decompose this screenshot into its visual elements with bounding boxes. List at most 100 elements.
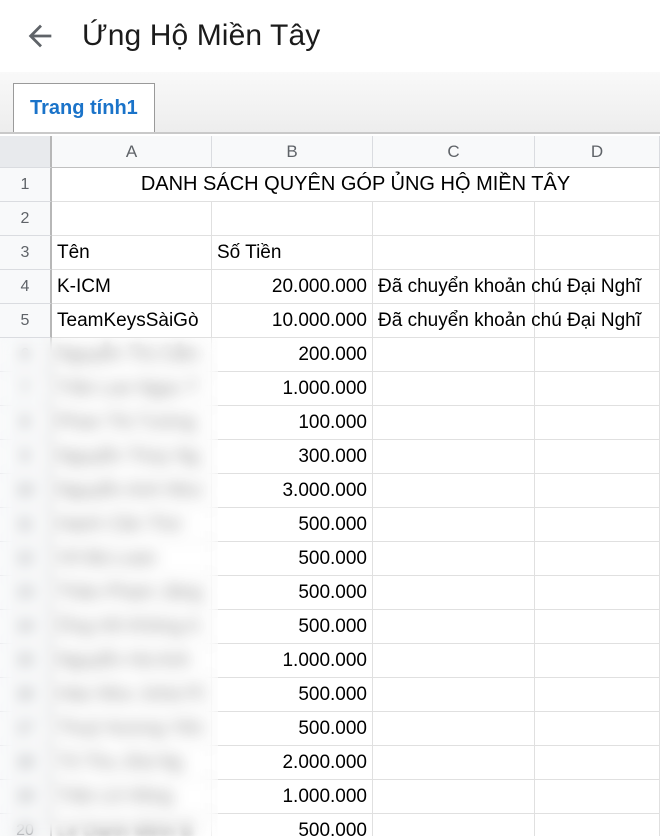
row-header-6[interactable]: 6 xyxy=(0,338,52,372)
cell-d17[interactable] xyxy=(535,712,660,746)
cell-a12-name[interactable]: Võ Bá Loan xyxy=(52,542,212,576)
cell-a16-name[interactable]: Hào Như Jnhà Pt xyxy=(52,678,212,712)
cell-d12[interactable] xyxy=(535,542,660,576)
cell-a8-name[interactable]: Phan Thị Tường xyxy=(52,406,212,440)
cell-a6-name[interactable]: Nguyễn Thị Cẩm xyxy=(52,338,212,372)
cell-b18-amount[interactable]: 2.000.000 xyxy=(212,746,373,780)
cell-a20-name[interactable]: Lê Danh Minh B xyxy=(52,814,212,836)
select-all-corner[interactable] xyxy=(0,136,52,168)
row-header-10[interactable]: 10 xyxy=(0,474,52,508)
column-header-c[interactable]: C xyxy=(373,136,535,168)
cell-b4-amount[interactable]: 20.000.000 xyxy=(212,270,373,304)
row-header-20[interactable]: 20 xyxy=(0,814,52,836)
cell-a11-name[interactable]: Hạnh Cần Thơ xyxy=(52,508,212,542)
cell-c3[interactable] xyxy=(373,236,535,270)
cell-d2[interactable] xyxy=(535,202,660,236)
cell-c20-note[interactable] xyxy=(373,814,535,836)
cell-b17-amount[interactable]: 500.000 xyxy=(212,712,373,746)
cell-c18-note[interactable] xyxy=(373,746,535,780)
cell-c12-note[interactable] xyxy=(373,542,535,576)
cell-c4-note[interactable]: Đã chuyển khoản chú Đại Nghĩ xyxy=(373,270,535,304)
cell-a9-name[interactable]: Nguyễn Thúy Ng xyxy=(52,440,212,474)
cell-a4-name[interactable]: K-ICM xyxy=(52,270,212,304)
cell-c19-note[interactable] xyxy=(373,780,535,814)
cell-c6-note[interactable] xyxy=(373,338,535,372)
row-header-1[interactable]: 1 xyxy=(0,168,52,202)
cell-b6-amount[interactable]: 200.000 xyxy=(212,338,373,372)
row-header-7[interactable]: 7 xyxy=(0,372,52,406)
cell-d13[interactable] xyxy=(535,576,660,610)
cell-a17-name[interactable]: Thuỷ Hương Yến xyxy=(52,712,212,746)
row-header-15[interactable]: 15 xyxy=(0,644,52,678)
cell-c17-note[interactable] xyxy=(373,712,535,746)
row-header-8[interactable]: 8 xyxy=(0,406,52,440)
row-header-9[interactable]: 9 xyxy=(0,440,52,474)
cell-d14[interactable] xyxy=(535,610,660,644)
cell-d9[interactable] xyxy=(535,440,660,474)
cell-c8-note[interactable] xyxy=(373,406,535,440)
cell-c5-note[interactable]: Đã chuyển khoản chú Đại Nghĩ xyxy=(373,304,535,338)
row-header-19[interactable]: 19 xyxy=(0,780,52,814)
cell-b14-amount[interactable]: 500.000 xyxy=(212,610,373,644)
cell-b15-amount[interactable]: 1.000.000 xyxy=(212,644,373,678)
row-header-16[interactable]: 16 xyxy=(0,678,52,712)
row-header-11[interactable]: 11 xyxy=(0,508,52,542)
cell-d16[interactable] xyxy=(535,678,660,712)
cell-b20-amount[interactable]: 500.000 xyxy=(212,814,373,836)
cell-a19-name[interactable]: Trần Lê Hồng xyxy=(52,780,212,814)
row-header-12[interactable]: 12 xyxy=(0,542,52,576)
cell-c13-note[interactable] xyxy=(373,576,535,610)
cell-a3-header-name[interactable]: Tên xyxy=(52,236,212,270)
cell-a13-name[interactable]: Thảo Phạm Jảng xyxy=(52,576,212,610)
cell-a18-name[interactable]: Tô Thu Jhà Ng xyxy=(52,746,212,780)
spreadsheet-grid[interactable]: A B C D 1234567891011121314151617181920 … xyxy=(0,136,660,836)
row-header-18[interactable]: 18 xyxy=(0,746,52,780)
cell-b10-amount[interactable]: 3.000.000 xyxy=(212,474,373,508)
row-header-3[interactable]: 3 xyxy=(0,236,52,270)
cell-c11-note[interactable] xyxy=(373,508,535,542)
cell-d15[interactable] xyxy=(535,644,660,678)
cell-b12-amount[interactable]: 500.000 xyxy=(212,542,373,576)
cell-c2[interactable] xyxy=(373,202,535,236)
cell-a14-name[interactable]: Ông Hồ Không A xyxy=(52,610,212,644)
cell-a1-title[interactable]: DANH SÁCH QUYÊN GÓP ỦNG HỘ MIỀN TÂY xyxy=(52,168,660,202)
cell-b19-amount[interactable]: 1.000.000 xyxy=(212,780,373,814)
cell-b9-amount[interactable]: 300.000 xyxy=(212,440,373,474)
row-header-4[interactable]: 4 xyxy=(0,270,52,304)
row-header-5[interactable]: 5 xyxy=(0,304,52,338)
cell-b2[interactable] xyxy=(212,202,373,236)
cell-d11[interactable] xyxy=(535,508,660,542)
cell-d18[interactable] xyxy=(535,746,660,780)
cell-d3[interactable] xyxy=(535,236,660,270)
cell-a10-name[interactable]: Nguyễn Anh Như xyxy=(52,474,212,508)
cell-a5-name[interactable]: TeamKeysSàiGò xyxy=(52,304,212,338)
cell-b16-amount[interactable]: 500.000 xyxy=(212,678,373,712)
cell-b7-amount[interactable]: 1.000.000 xyxy=(212,372,373,406)
cell-d6[interactable] xyxy=(535,338,660,372)
cell-b8-amount[interactable]: 100.000 xyxy=(212,406,373,440)
sheet-tab-trang-tinh1[interactable]: Trang tính1 xyxy=(13,83,155,132)
cell-d10[interactable] xyxy=(535,474,660,508)
cell-c14-note[interactable] xyxy=(373,610,535,644)
row-header-17[interactable]: 17 xyxy=(0,712,52,746)
cell-b11-amount[interactable]: 500.000 xyxy=(212,508,373,542)
cell-c9-note[interactable] xyxy=(373,440,535,474)
column-header-a[interactable]: A xyxy=(52,136,212,168)
cell-c15-note[interactable] xyxy=(373,644,535,678)
cell-d8[interactable] xyxy=(535,406,660,440)
cell-a7-name[interactable]: Trần Lan Ngọc T xyxy=(52,372,212,406)
cell-d20[interactable] xyxy=(535,814,660,836)
cell-d7[interactable] xyxy=(535,372,660,406)
cell-a2[interactable] xyxy=(52,202,212,236)
cell-b3-header-amount[interactable]: Số Tiền xyxy=(212,236,373,270)
row-header-2[interactable]: 2 xyxy=(0,202,52,236)
cell-a15-name[interactable]: Nguyễn Hà Anh xyxy=(52,644,212,678)
column-header-b[interactable]: B xyxy=(212,136,373,168)
cell-c10-note[interactable] xyxy=(373,474,535,508)
row-header-13[interactable]: 13 xyxy=(0,576,52,610)
cell-d19[interactable] xyxy=(535,780,660,814)
column-header-d[interactable]: D xyxy=(535,136,660,168)
back-button[interactable] xyxy=(12,8,68,64)
cell-c7-note[interactable] xyxy=(373,372,535,406)
cell-b5-amount[interactable]: 10.000.000 xyxy=(212,304,373,338)
